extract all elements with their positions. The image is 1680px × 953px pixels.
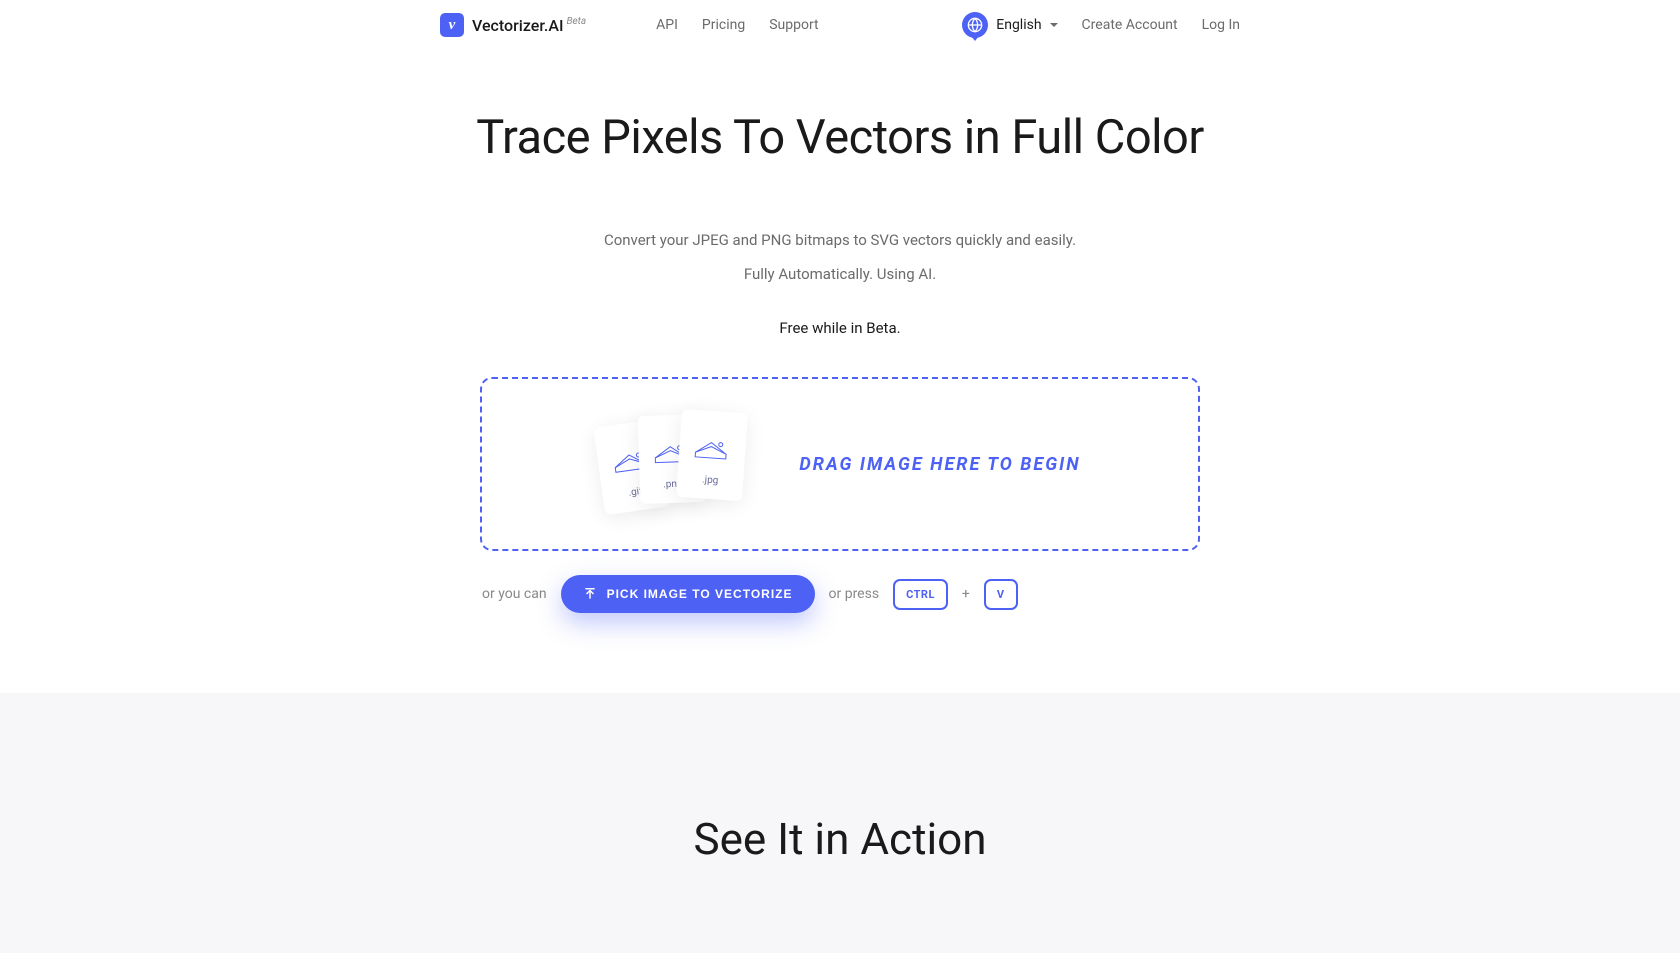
nav-pricing[interactable]: Pricing xyxy=(702,17,745,33)
create-account-link[interactable]: Create Account xyxy=(1082,17,1178,33)
dropzone-label: DRAG IMAGE HERE TO BEGIN xyxy=(799,454,1080,475)
kbd-v: V xyxy=(984,579,1018,610)
pick-image-button[interactable]: PICK IMAGE TO VECTORIZE xyxy=(561,575,815,613)
image-outline-icon xyxy=(692,431,734,464)
hero-subtitle: Convert your JPEG and PNG bitmaps to SVG… xyxy=(20,225,1660,289)
see-it-in-action-section: See It in Action xyxy=(0,693,1680,953)
section2-title: See It in Action xyxy=(20,813,1660,865)
or-you-can-label: or you can xyxy=(482,586,547,602)
nav-api[interactable]: API xyxy=(656,17,678,33)
nav-support[interactable]: Support xyxy=(769,17,818,33)
alternative-actions: or you can PICK IMAGE TO VECTORIZE or pr… xyxy=(480,575,1200,613)
header-right: English Create Account Log In xyxy=(962,12,1240,38)
brand-name: Vectorizer.AIBeta xyxy=(472,16,586,35)
or-press-label: or press xyxy=(829,586,880,602)
language-selector[interactable]: English xyxy=(962,12,1057,38)
beta-badge: Beta xyxy=(567,16,587,27)
nav-links: API Pricing Support xyxy=(656,17,819,33)
plus-label: + xyxy=(962,586,970,602)
chevron-down-icon xyxy=(1050,23,1058,27)
log-in-link[interactable]: Log In xyxy=(1202,17,1240,33)
header: v Vectorizer.AIBeta API Pricing Support … xyxy=(200,0,1480,50)
logo-icon: v xyxy=(440,13,464,37)
dropzone[interactable]: .gif .png .jpg DRAG IMAGE HERE TO BEGI xyxy=(480,377,1200,551)
globe-icon xyxy=(962,12,988,38)
upload-icon xyxy=(583,587,597,601)
brand-logo[interactable]: v Vectorizer.AIBeta xyxy=(440,13,586,37)
file-cards-illustration: .gif .png .jpg xyxy=(599,409,749,519)
language-label: English xyxy=(996,17,1041,33)
hero-free-notice: Free while in Beta. xyxy=(20,319,1660,337)
page-title: Trace Pixels To Vectors in Full Color xyxy=(20,110,1660,165)
hero-section: Trace Pixels To Vectors in Full Color Co… xyxy=(0,50,1680,693)
kbd-ctrl: CTRL xyxy=(893,579,948,610)
file-card-jpg: .jpg xyxy=(676,409,748,501)
